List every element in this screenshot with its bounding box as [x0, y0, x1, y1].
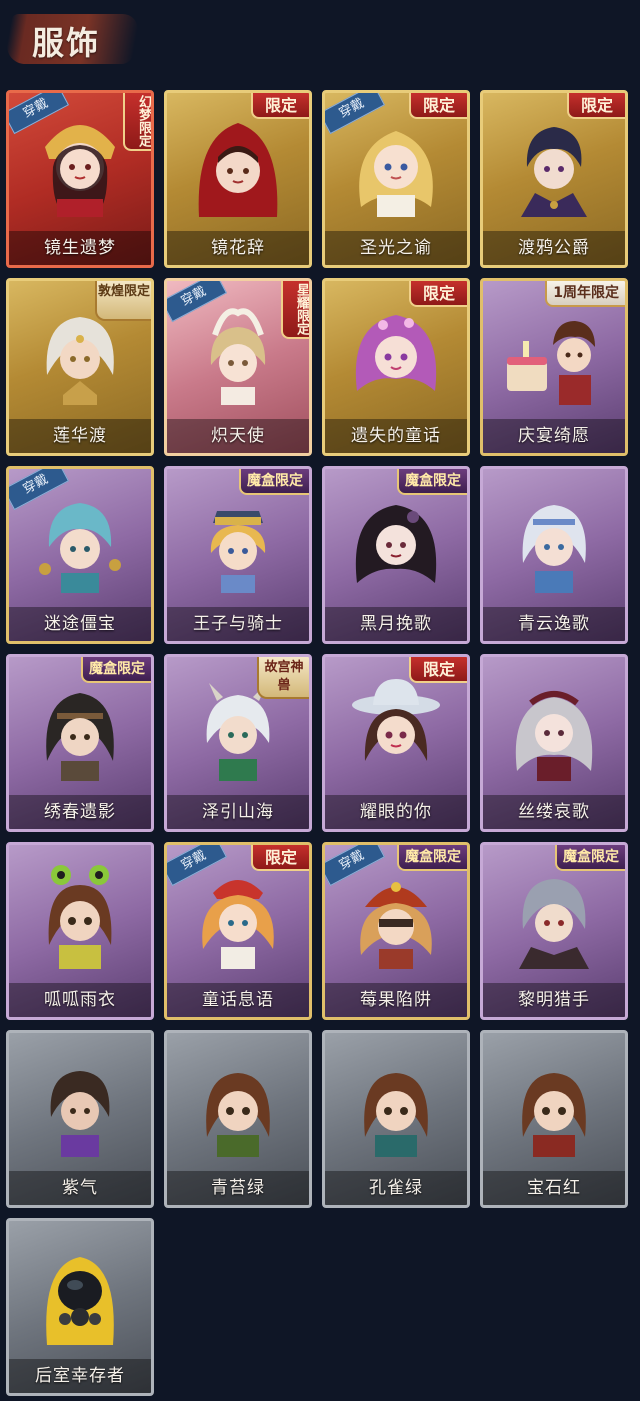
limited-badge: 限定	[409, 657, 467, 683]
cake-icon	[507, 321, 595, 405]
costume-card[interactable]: 穿戴 魔盒限定 莓果陷阱	[322, 842, 470, 1020]
costume-card[interactable]: 穿戴 幻梦限定 镜生遗梦	[6, 90, 154, 268]
costume-name: 孔雀绿	[325, 1171, 467, 1205]
costume-card[interactable]: 限定 渡鸦公爵	[480, 90, 628, 268]
costume-card[interactable]: 丝缕哀歌	[480, 654, 628, 832]
costume-name: 镜花辞	[167, 231, 309, 265]
costume-card[interactable]: 1周年限定 庆宴绮愿	[480, 278, 628, 456]
violet-icon	[50, 1071, 110, 1157]
limited-badge: 限定	[409, 93, 467, 119]
limited-badge: 魔盒限定	[239, 469, 309, 495]
fairy-whisper-icon	[202, 880, 274, 969]
peacock-green-icon	[364, 1073, 428, 1157]
costume-name: 青苔绿	[167, 1171, 309, 1205]
costume-name: 莓果陷阱	[325, 983, 467, 1017]
costume-card[interactable]: 穿戴 星耀限定 炽天使	[164, 278, 312, 456]
costume-card[interactable]: 宝石红	[480, 1030, 628, 1208]
costume-name: 炽天使	[167, 419, 309, 453]
ruby-red-icon	[522, 1073, 586, 1157]
costume-name: 绣春遗影	[9, 795, 151, 829]
costume-card[interactable]: 穿戴 限定 童话息语	[164, 842, 312, 1020]
bride-icon	[45, 125, 115, 217]
costume-card[interactable]: 限定 镜花辞	[164, 90, 312, 268]
frog-raincoat-icon	[48, 865, 112, 969]
costume-name: 后室幸存者	[9, 1359, 151, 1393]
costume-name: 青云逸歌	[483, 607, 625, 641]
costume-grid: 穿戴 幻梦限定 镜生遗梦 限定 镜花辞 穿戴 限定 圣光之谕 限定 渡鸦公爵 敦…	[0, 0, 640, 1401]
limited-badge: 敦煌限定	[95, 281, 151, 321]
angel-icon	[210, 308, 266, 405]
hazmat-survivor-icon	[46, 1257, 114, 1345]
costume-name: 耀眼的你	[325, 795, 467, 829]
costume-card[interactable]: 呱呱雨衣	[6, 842, 154, 1020]
dark-moon-icon	[355, 505, 437, 583]
costume-card[interactable]: 穿戴 限定 圣光之谕	[322, 90, 470, 268]
costume-card[interactable]: 魔盒限定 王子与骑士	[164, 466, 312, 644]
prince-icon	[210, 511, 266, 593]
jiangshi-icon	[39, 503, 121, 593]
costume-card[interactable]: 青云逸歌	[480, 466, 628, 644]
costume-name: 紫气	[9, 1171, 151, 1205]
costume-card[interactable]: 敦煌限定 莲华渡	[6, 278, 154, 456]
costume-name: 渡鸦公爵	[483, 231, 625, 265]
limited-badge: 魔盒限定	[81, 657, 151, 683]
costume-name: 迷途僵宝	[9, 607, 151, 641]
limited-badge: 限定	[251, 93, 309, 119]
costume-name: 庆宴绮愿	[483, 419, 625, 453]
costume-card[interactable]: 紫气	[6, 1030, 154, 1208]
costume-name: 泽引山海	[167, 795, 309, 829]
costume-name: 丝缕哀歌	[483, 795, 625, 829]
lace-elegy-icon	[515, 691, 593, 781]
moss-green-icon	[206, 1073, 270, 1157]
limited-badge: 魔盒限定	[397, 845, 467, 871]
costume-name: 宝石红	[483, 1171, 625, 1205]
costume-name: 莲华渡	[9, 419, 151, 453]
costume-card[interactable]: 限定 遗失的童话	[322, 278, 470, 456]
limited-badge: 1周年限定	[545, 281, 625, 307]
limited-badge: 限定	[251, 845, 309, 871]
costume-card[interactable]: 孔雀绿	[322, 1030, 470, 1208]
dawn-hunter-icon	[519, 879, 589, 969]
costume-card[interactable]: 魔盒限定 黎明猎手	[480, 842, 628, 1020]
costume-card[interactable]: 后室幸存者	[6, 1218, 154, 1396]
raven-duke-icon	[521, 127, 587, 217]
costume-name: 王子与骑士	[167, 607, 309, 641]
red-hood-icon	[198, 123, 278, 217]
costume-name: 黎明猎手	[483, 983, 625, 1017]
golden-hair-icon	[359, 131, 433, 217]
limited-badge: 故宫神兽	[257, 657, 309, 699]
berry-trap-icon	[360, 882, 432, 969]
blue-cloud-icon	[522, 505, 586, 593]
cowgirl-icon	[352, 679, 440, 761]
fairy-tale-icon	[355, 315, 437, 391]
costume-card[interactable]: 魔盒限定 绣春遗影	[6, 654, 154, 832]
costume-card[interactable]: 故宫神兽 泽引山海	[164, 654, 312, 832]
costume-card[interactable]: 青苔绿	[164, 1030, 312, 1208]
costume-name: 遗失的童话	[325, 419, 467, 453]
costume-card[interactable]: 穿戴 迷途僵宝	[6, 466, 154, 644]
costume-name: 圣光之谕	[325, 231, 467, 265]
limited-badge: 魔盒限定	[555, 845, 625, 871]
limited-badge: 魔盒限定	[397, 469, 467, 495]
costume-card[interactable]: 魔盒限定 黑月挽歌	[322, 466, 470, 644]
costume-name: 黑月挽歌	[325, 607, 467, 641]
limited-badge: 限定	[567, 93, 625, 119]
costume-name: 镜生遗梦	[9, 231, 151, 265]
limited-badge: 限定	[409, 281, 467, 307]
costume-name: 童话息语	[167, 983, 309, 1017]
costume-card[interactable]: 限定 耀眼的你	[322, 654, 470, 832]
costume-name: 呱呱雨衣	[9, 983, 151, 1017]
swordsman-icon	[46, 693, 114, 781]
limited-badge: 幻梦限定	[123, 93, 151, 151]
limited-badge: 星耀限定	[281, 281, 309, 339]
